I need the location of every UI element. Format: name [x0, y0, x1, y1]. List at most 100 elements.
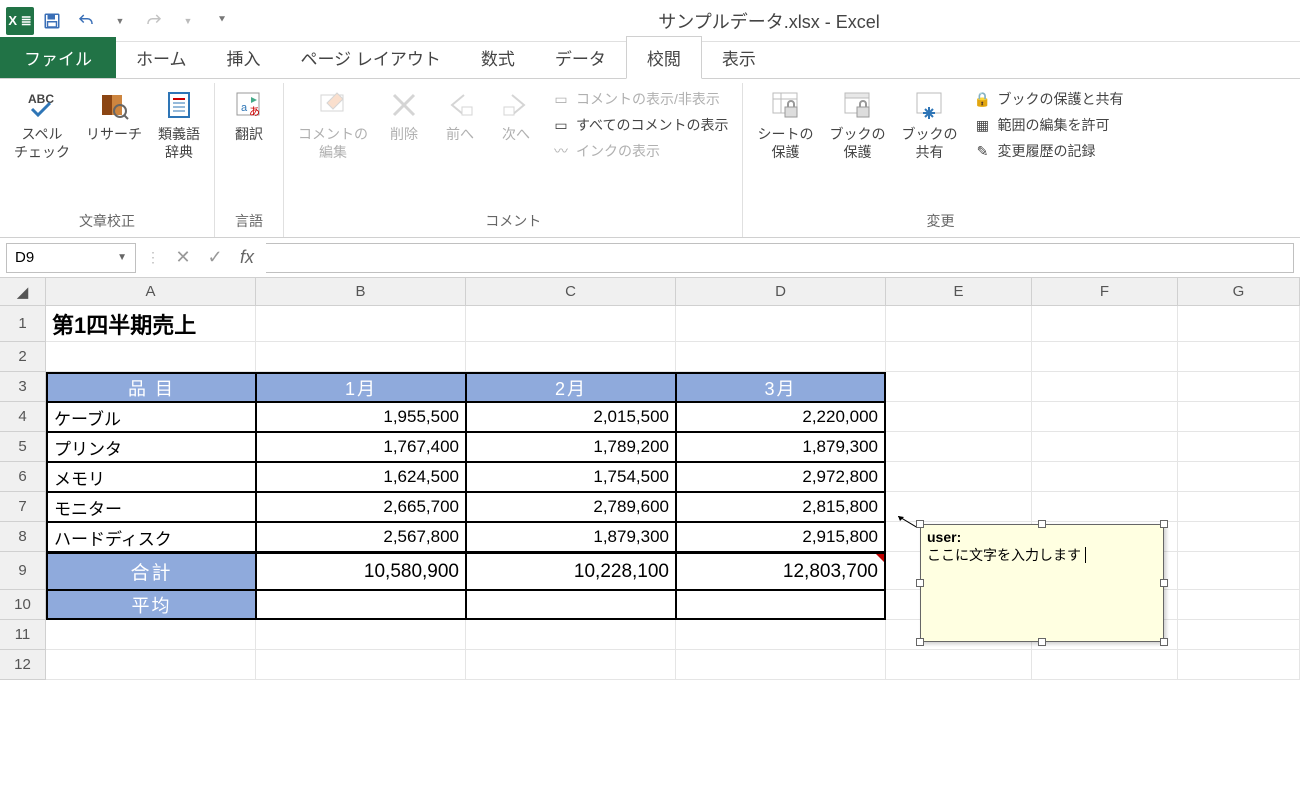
cell-C2[interactable]	[466, 342, 676, 372]
cell-A5[interactable]: プリンタ	[46, 432, 256, 462]
cell-D5[interactable]: 1,879,300	[676, 432, 886, 462]
cell-C1[interactable]	[466, 306, 676, 342]
cell-C8[interactable]: 1,879,300	[466, 522, 676, 552]
cell-C9[interactable]: 10,228,100	[466, 552, 676, 590]
row-6[interactable]: 6	[0, 462, 46, 492]
col-E[interactable]: E	[886, 278, 1032, 306]
cell-B11[interactable]	[256, 620, 466, 650]
cell-C5[interactable]: 1,789,200	[466, 432, 676, 462]
col-A[interactable]: A	[46, 278, 256, 306]
cell-B5[interactable]: 1,767,400	[256, 432, 466, 462]
row-7[interactable]: 7	[0, 492, 46, 522]
cell-A6[interactable]: メモリ	[46, 462, 256, 492]
resize-handle-n[interactable]	[1038, 520, 1046, 528]
tab-formulas[interactable]: 数式	[461, 37, 535, 78]
cell-E2[interactable]	[886, 342, 1032, 372]
cell-A3[interactable]: 品 目	[46, 372, 256, 402]
row-10[interactable]: 10	[0, 590, 46, 620]
protect-sheet-button[interactable]: シートの 保護	[751, 85, 819, 163]
thesaurus-button[interactable]: 類義語 辞典	[152, 85, 206, 163]
formula-input[interactable]	[266, 243, 1294, 273]
cell-B3[interactable]: 1月	[256, 372, 466, 402]
cell-A8[interactable]: ハードディスク	[46, 522, 256, 552]
cell-D1[interactable]	[676, 306, 886, 342]
resize-handle-sw[interactable]	[916, 638, 924, 646]
cell-F2[interactable]	[1032, 342, 1178, 372]
resize-handle-s[interactable]	[1038, 638, 1046, 646]
resize-handle-se[interactable]	[1160, 638, 1168, 646]
cell-F5[interactable]	[1032, 432, 1178, 462]
enter-button[interactable]: ✓	[202, 245, 228, 271]
cell-G10[interactable]	[1178, 590, 1300, 620]
col-G[interactable]: G	[1178, 278, 1300, 306]
row-1[interactable]: 1	[0, 306, 46, 342]
tab-file[interactable]: ファイル	[0, 37, 116, 78]
cell-G11[interactable]	[1178, 620, 1300, 650]
protect-workbook-button[interactable]: ブックの 保護	[823, 85, 891, 163]
cell-E12[interactable]	[886, 650, 1032, 680]
cell-A1[interactable]: 第1四半期売上	[46, 306, 256, 342]
delete-comment-button[interactable]: 削除	[378, 85, 430, 145]
cell-G3[interactable]	[1178, 372, 1300, 402]
row-4[interactable]: 4	[0, 402, 46, 432]
cell-E3[interactable]	[886, 372, 1032, 402]
cell-E5[interactable]	[886, 432, 1032, 462]
cell-D8[interactable]: 2,915,800	[676, 522, 886, 552]
cell-A12[interactable]	[46, 650, 256, 680]
cell-B8[interactable]: 2,567,800	[256, 522, 466, 552]
show-hide-comment[interactable]: ▭コメントの表示/非表示	[552, 89, 728, 109]
col-B[interactable]: B	[256, 278, 466, 306]
select-all-corner[interactable]: ◢	[0, 278, 46, 306]
cell-C11[interactable]	[466, 620, 676, 650]
cell-F1[interactable]	[1032, 306, 1178, 342]
save-button[interactable]	[36, 5, 68, 37]
cell-G5[interactable]	[1178, 432, 1300, 462]
cell-B10[interactable]	[256, 590, 466, 620]
cell-F7[interactable]	[1032, 492, 1178, 522]
cell-E1[interactable]	[886, 306, 1032, 342]
col-F[interactable]: F	[1032, 278, 1178, 306]
cell-F3[interactable]	[1032, 372, 1178, 402]
redo-dropdown[interactable]: ▼	[172, 5, 204, 37]
cell-F4[interactable]	[1032, 402, 1178, 432]
cell-B7[interactable]: 2,665,700	[256, 492, 466, 522]
cell-G12[interactable]	[1178, 650, 1300, 680]
row-9[interactable]: 9	[0, 552, 46, 590]
resize-handle-e[interactable]	[1160, 579, 1168, 587]
tab-page-layout[interactable]: ページ レイアウト	[281, 37, 461, 78]
cell-D2[interactable]	[676, 342, 886, 372]
translate-button[interactable]: aあ 翻訳	[223, 85, 275, 145]
share-workbook-button[interactable]: ブックの 共有	[895, 85, 963, 163]
cell-A9[interactable]: 合計	[46, 552, 256, 590]
row-5[interactable]: 5	[0, 432, 46, 462]
name-box[interactable]: D9 ▼	[6, 243, 136, 273]
cell-G7[interactable]	[1178, 492, 1300, 522]
col-C[interactable]: C	[466, 278, 676, 306]
cell-B12[interactable]	[256, 650, 466, 680]
cell-G9[interactable]	[1178, 552, 1300, 590]
cell-D9[interactable]: 12,803,700	[676, 552, 886, 590]
cell-G2[interactable]	[1178, 342, 1300, 372]
track-changes[interactable]: ✎変更履歴の記録	[973, 141, 1123, 161]
cell-E4[interactable]	[886, 402, 1032, 432]
cell-D12[interactable]	[676, 650, 886, 680]
cell-D7[interactable]: 2,815,800	[676, 492, 886, 522]
edit-comment-button[interactable]: コメントの 編集	[292, 85, 374, 163]
cell-C4[interactable]: 2,015,500	[466, 402, 676, 432]
cell-C6[interactable]: 1,754,500	[466, 462, 676, 492]
cell-B4[interactable]: 1,955,500	[256, 402, 466, 432]
cell-D4[interactable]: 2,220,000	[676, 402, 886, 432]
cell-C12[interactable]	[466, 650, 676, 680]
cell-D11[interactable]	[676, 620, 886, 650]
col-D[interactable]: D	[676, 278, 886, 306]
tab-view[interactable]: 表示	[702, 37, 776, 78]
cell-A2[interactable]	[46, 342, 256, 372]
show-all-comments[interactable]: ▭すべてのコメントの表示	[552, 115, 728, 135]
cell-E6[interactable]	[886, 462, 1032, 492]
cell-D6[interactable]: 2,972,800	[676, 462, 886, 492]
cell-B1[interactable]	[256, 306, 466, 342]
cell-D10[interactable]	[676, 590, 886, 620]
cell-G8[interactable]	[1178, 522, 1300, 552]
row-2[interactable]: 2	[0, 342, 46, 372]
allow-edit-ranges[interactable]: ▦範囲の編集を許可	[973, 115, 1123, 135]
